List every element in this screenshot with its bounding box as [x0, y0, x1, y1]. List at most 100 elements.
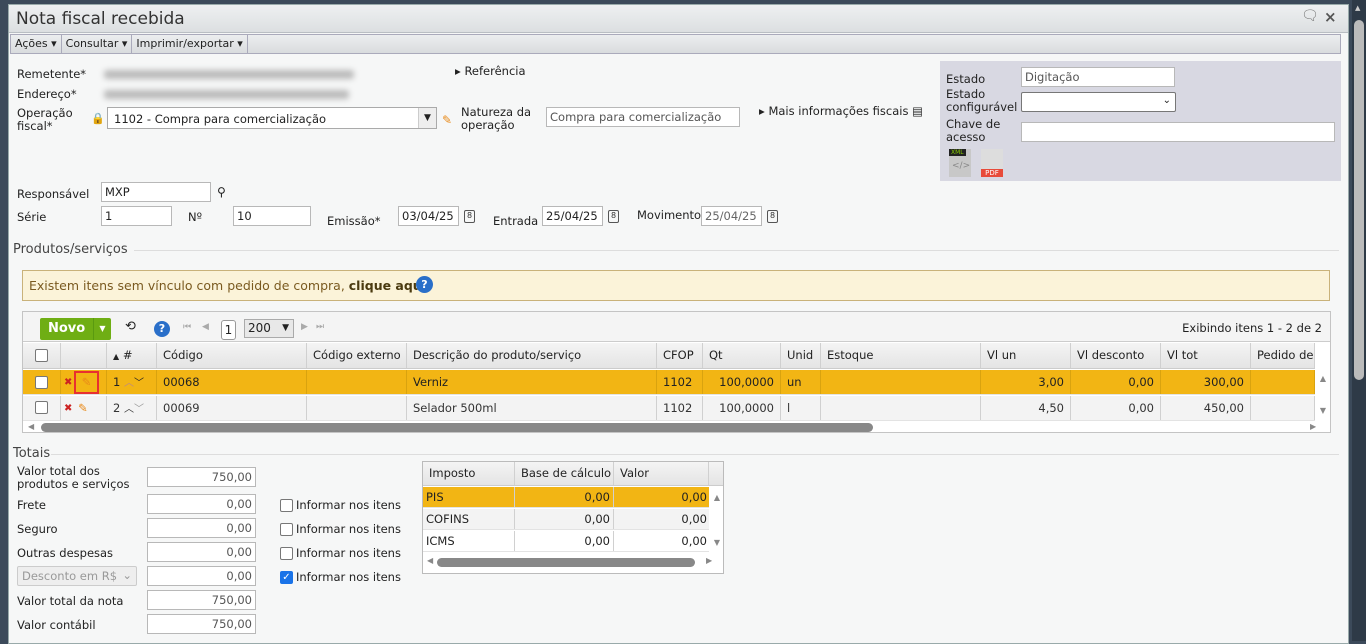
- contabil-input[interactable]: [147, 614, 256, 634]
- desconto-type-select[interactable]: Desconto em R$ ⌄: [17, 566, 137, 586]
- total-nota-input[interactable]: [147, 590, 256, 610]
- desconto-input[interactable]: [147, 566, 256, 586]
- scroll-up-icon[interactable]: ▲: [714, 493, 720, 502]
- table-row[interactable]: PIS 0,00 0,00: [423, 487, 709, 508]
- pdf-icon[interactable]: PDF: [981, 149, 1003, 177]
- delete-icon[interactable]: ✖: [64, 396, 72, 420]
- header-base[interactable]: Base de cálculo: [515, 462, 614, 485]
- referencia-toggle[interactable]: ▸ Referência: [455, 65, 526, 78]
- header-unid[interactable]: Unid: [781, 343, 821, 368]
- novo-button[interactable]: Novo ▼: [40, 318, 111, 340]
- search-icon[interactable]: ⚲: [217, 185, 226, 199]
- table-row[interactable]: ICMS 0,00 0,00: [423, 531, 709, 552]
- move-up-icon[interactable]: ︿: [124, 404, 134, 415]
- calendar-icon[interactable]: 8: [608, 210, 619, 223]
- total-nota-label: Valor total da nota: [17, 594, 124, 608]
- emissao-input[interactable]: [398, 206, 459, 226]
- seguro-input[interactable]: [147, 518, 256, 538]
- pencil-icon[interactable]: ✎: [442, 113, 452, 127]
- scroll-right-icon[interactable]: ▶: [1310, 422, 1316, 431]
- header-vl-desconto[interactable]: Vl desconto: [1071, 343, 1161, 368]
- scroll-right-icon[interactable]: ▶: [706, 556, 712, 565]
- horizontal-scrollbar[interactable]: [41, 423, 873, 432]
- table-row[interactable]: ✖ ✎ 1 ︿﹀ 00068 Verniz 1102 100,0000 un 3,…: [23, 370, 1315, 395]
- scroll-up-icon[interactable]: ▲: [1320, 374, 1326, 383]
- xml-label: XML: [949, 149, 966, 156]
- pencil-icon[interactable]: ✎: [74, 371, 99, 394]
- header-descricao[interactable]: Descrição do produto/serviço: [407, 343, 657, 368]
- natureza-input[interactable]: [546, 107, 740, 127]
- cell-vl-un: 3,00: [981, 370, 1071, 394]
- move-down-icon[interactable]: ﹀: [134, 404, 144, 415]
- first-page-icon[interactable]: ⏮: [183, 322, 191, 332]
- scroll-left-icon[interactable]: ◀: [28, 422, 34, 431]
- menu-bar: Ações ▾ Consultar ▾ Imprimir/exportar ▾: [10, 34, 1341, 54]
- header-qt[interactable]: Qt: [703, 343, 781, 368]
- header-codigo-externo[interactable]: Código externo: [307, 343, 407, 368]
- frete-input[interactable]: [147, 494, 256, 514]
- row-checkbox[interactable]: [35, 376, 48, 389]
- header-number[interactable]: ▲ #: [107, 343, 157, 368]
- last-page-icon[interactable]: ⏭: [316, 322, 324, 332]
- header-vl-un[interactable]: Vl un: [981, 343, 1071, 368]
- chave-input[interactable]: [1021, 122, 1335, 142]
- cell-unid: l: [781, 396, 821, 420]
- help-icon[interactable]: ?: [154, 321, 170, 337]
- scroll-down-icon[interactable]: ▼: [1320, 406, 1326, 415]
- operacao-select[interactable]: 1102 - Compra para comercialização ▼: [107, 107, 437, 129]
- valor-produtos-input[interactable]: [147, 467, 256, 487]
- mais-info-toggle[interactable]: ▸ Mais informações fiscais ▤: [759, 105, 923, 118]
- scroll-up-icon[interactable]: ▲: [1355, 4, 1360, 12]
- grid-toolbar: Novo ▼ ⟲ ? ⏮ ◀ 1 200 ▼ ▶ ⏭ Exibindo itens…: [23, 312, 1330, 342]
- numero-input[interactable]: [233, 206, 311, 226]
- cell-estoque: [821, 370, 981, 394]
- table-row[interactable]: COFINS 0,00 0,00: [423, 509, 709, 530]
- responsavel-input[interactable]: [101, 182, 211, 202]
- scroll-left-icon[interactable]: ◀: [427, 556, 433, 565]
- outras-input[interactable]: [147, 542, 256, 562]
- menu-acoes[interactable]: Ações ▾: [11, 35, 62, 53]
- estado-configuravel-select[interactable]: ⌄: [1021, 92, 1176, 112]
- close-icon[interactable]: ×: [1324, 8, 1337, 26]
- menu-imprimir[interactable]: Imprimir/exportar ▾: [132, 35, 248, 53]
- warning-link[interactable]: clique aqui: [349, 278, 426, 293]
- chevron-down-icon[interactable]: ▼: [93, 318, 111, 340]
- row-number: 2: [113, 401, 121, 415]
- xml-icon[interactable]: XML </>: [949, 149, 971, 177]
- table-row[interactable]: ✖ ✎ 2 ︿﹀ 00069 Selador 500ml 1102 100,000…: [23, 396, 1315, 421]
- header-valor[interactable]: Valor: [614, 462, 709, 485]
- next-page-icon[interactable]: ▶: [301, 322, 308, 332]
- pencil-icon[interactable]: ✎: [78, 396, 88, 420]
- movimento-input[interactable]: [701, 206, 762, 226]
- serie-input[interactable]: [101, 206, 172, 226]
- horizontal-scrollbar[interactable]: [437, 558, 695, 567]
- cell-vl-desconto: 0,00: [1071, 370, 1161, 394]
- scroll-thumb[interactable]: [1354, 20, 1364, 380]
- scroll-down-icon[interactable]: ▼: [714, 538, 720, 547]
- refresh-icon[interactable]: ⟲: [125, 319, 136, 334]
- prev-page-icon[interactable]: ◀: [202, 322, 209, 332]
- delete-icon[interactable]: ✖: [64, 370, 72, 394]
- help-icon[interactable]: ?: [416, 276, 433, 293]
- select-all-checkbox[interactable]: [35, 349, 48, 362]
- move-down-icon[interactable]: ﹀: [134, 378, 144, 389]
- entrada-input[interactable]: [542, 206, 603, 226]
- page-scrollbar[interactable]: ▲: [1352, 0, 1366, 641]
- move-up-icon[interactable]: ︿: [124, 378, 134, 389]
- page-size-select[interactable]: 200 ▼: [244, 319, 294, 338]
- calendar-icon[interactable]: 8: [767, 210, 778, 223]
- header-imposto[interactable]: Imposto: [423, 462, 515, 485]
- header-pedido[interactable]: Pedido de: [1251, 343, 1315, 368]
- comment-icon[interactable]: 🗨: [1301, 8, 1319, 24]
- header-codigo[interactable]: Código: [157, 343, 307, 368]
- estado-input[interactable]: [1021, 67, 1175, 87]
- header-vl-tot[interactable]: Vl tot: [1161, 343, 1251, 368]
- calendar-icon[interactable]: 8: [464, 210, 475, 223]
- header-estoque[interactable]: Estoque: [821, 343, 981, 368]
- row-checkbox[interactable]: [35, 401, 48, 414]
- menu-consultar[interactable]: Consultar ▾: [62, 35, 133, 53]
- page-input[interactable]: 1: [221, 320, 236, 340]
- header-cfop[interactable]: CFOP: [657, 343, 703, 368]
- list-icon: ▤: [912, 104, 923, 118]
- chevron-down-icon[interactable]: ▼: [418, 108, 436, 128]
